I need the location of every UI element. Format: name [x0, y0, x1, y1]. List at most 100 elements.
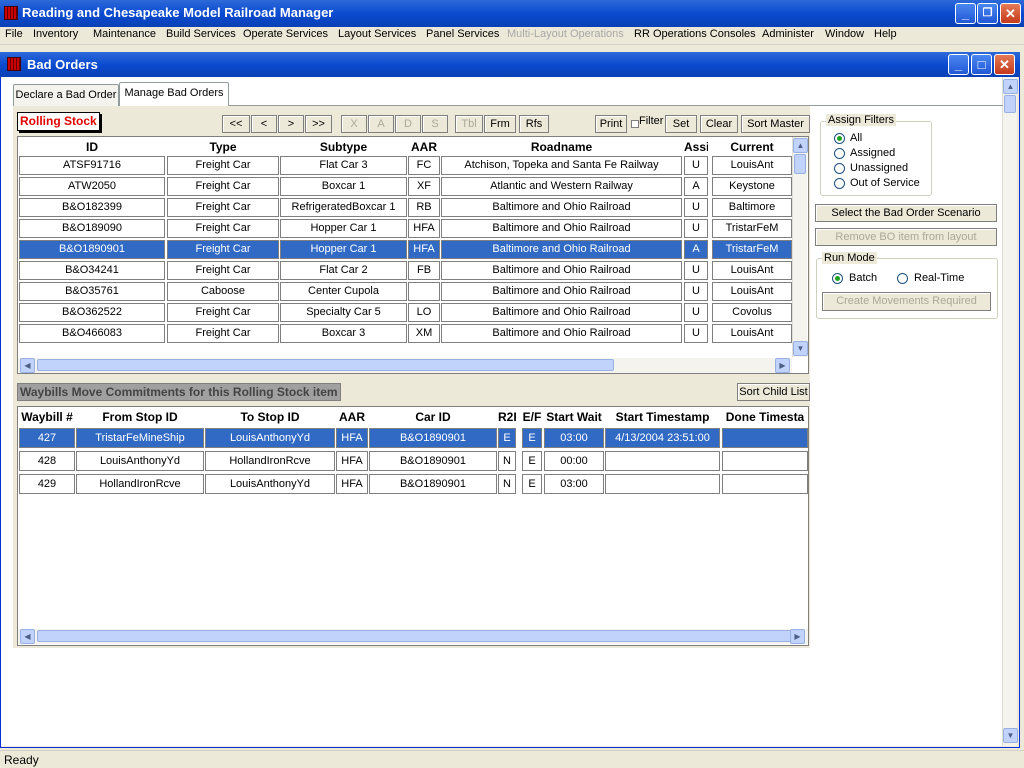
- waybill-cell[interactable]: 00:00: [544, 451, 604, 471]
- tab-manage-bad-orders[interactable]: Manage Bad Orders: [119, 82, 229, 106]
- rolling-stock-cell[interactable]: U: [684, 198, 708, 217]
- rolling-stock-cell[interactable]: Flat Car 3: [280, 156, 407, 175]
- rolling-stock-cell[interactable]: B&O182399: [19, 198, 165, 217]
- window-maximize-button[interactable]: □: [971, 54, 992, 75]
- waybill-cell[interactable]: B&O1890901: [369, 474, 497, 494]
- waybill-cell[interactable]: TristarFeMineShip: [76, 428, 204, 448]
- rolling-stock-cell[interactable]: LouisAnt: [712, 282, 792, 301]
- rolling-stock-cell[interactable]: HFA: [408, 240, 440, 259]
- rolling-stock-cell[interactable]: U: [684, 261, 708, 280]
- last-record-button[interactable]: >>: [305, 115, 332, 133]
- rolling-stock-cell[interactable]: Freight Car: [167, 303, 279, 322]
- waybill-cell[interactable]: HFA: [336, 451, 368, 471]
- waybill-column-header[interactable]: AAR: [336, 410, 368, 426]
- rolling-stock-cell[interactable]: Baltimore and Ohio Railroad: [441, 324, 682, 343]
- waybill-column-header[interactable]: From Stop ID: [76, 410, 204, 426]
- rolling-hscroll-thumb[interactable]: [37, 359, 614, 371]
- rolling-stock-cell[interactable]: Freight Car: [167, 177, 279, 196]
- waybills-hscroll[interactable]: ◀ ▶: [18, 629, 808, 644]
- rolling-stock-cell[interactable]: Baltimore: [712, 198, 792, 217]
- rolling-stock-cell[interactable]: Baltimore and Ohio Railroad: [441, 219, 682, 238]
- rolling-stock-cell[interactable]: Freight Car: [167, 219, 279, 238]
- rolling-stock-cell[interactable]: ATW2050: [19, 177, 165, 196]
- waybill-cell[interactable]: HFA: [336, 474, 368, 494]
- menu-window[interactable]: Window: [825, 28, 864, 40]
- sort-child-list-button[interactable]: Sort Child List: [737, 383, 810, 401]
- sort-master-button[interactable]: Sort Master: [741, 115, 810, 133]
- column-header-id[interactable]: ID: [19, 140, 165, 156]
- rolling-stock-cell[interactable]: B&O34241: [19, 261, 165, 280]
- rolling-stock-cell[interactable]: TristarFeM: [712, 219, 792, 238]
- waybill-cell[interactable]: 03:00: [544, 474, 604, 494]
- scroll-thumb[interactable]: [1004, 95, 1016, 113]
- filter-checkbox[interactable]: [631, 120, 639, 128]
- window-vscroll[interactable]: ▲ ▼: [1002, 77, 1018, 746]
- rolling-stock-cell[interactable]: A: [684, 240, 708, 259]
- rolling-stock-cell[interactable]: U: [684, 324, 708, 343]
- column-header-subtype[interactable]: Subtype: [280, 140, 407, 156]
- run-mode-radio[interactable]: [832, 273, 843, 284]
- assign-filter-radio[interactable]: [834, 148, 845, 159]
- menu-build-services[interactable]: Build Services: [166, 28, 236, 40]
- minimize-button[interactable]: _: [955, 3, 976, 24]
- menu-layout-services[interactable]: Layout Services: [338, 28, 416, 40]
- waybill-cell[interactable]: HollandIronRcve: [76, 474, 204, 494]
- waybill-column-header[interactable]: Start Timestamp: [605, 410, 720, 426]
- rolling-stock-cell[interactable]: Freight Car: [167, 198, 279, 217]
- waybill-column-header[interactable]: Start Wait: [544, 410, 604, 426]
- run-mode-radio[interactable]: [897, 273, 908, 284]
- rolling-stock-cell[interactable]: B&O466083: [19, 324, 165, 343]
- waybills-scroll-right-icon[interactable]: ▶: [790, 629, 805, 644]
- rolling-stock-cell[interactable]: Keystone: [712, 177, 792, 196]
- rolling-stock-cell[interactable]: Baltimore and Ohio Railroad: [441, 261, 682, 280]
- rolling-stock-cell[interactable]: XM: [408, 324, 440, 343]
- select-scenario-button[interactable]: Select the Bad Order Scenario: [815, 204, 997, 222]
- refresh-button[interactable]: Rfs: [519, 115, 549, 133]
- scroll-down-icon[interactable]: ▼: [1003, 728, 1018, 743]
- rolling-stock-cell[interactable]: LO: [408, 303, 440, 322]
- column-header-aar[interactable]: AAR: [408, 140, 440, 156]
- waybill-cell[interactable]: 4/13/2004 23:51:00: [605, 428, 720, 448]
- waybill-cell[interactable]: 427: [19, 428, 75, 448]
- waybill-column-header[interactable]: R2R: [498, 410, 516, 426]
- rolling-stock-cell[interactable]: RefrigeratedBoxcar 1: [280, 198, 407, 217]
- waybill-cell[interactable]: [722, 428, 808, 448]
- column-header-current[interactable]: Current: [712, 140, 792, 156]
- rolling-stock-cell[interactable]: Freight Car: [167, 261, 279, 280]
- waybill-column-header[interactable]: Done Timesta: [722, 410, 808, 426]
- close-button[interactable]: ✕: [1000, 3, 1021, 24]
- waybill-column-header[interactable]: To Stop ID: [205, 410, 335, 426]
- menu-file[interactable]: File: [5, 28, 23, 40]
- waybill-cell[interactable]: 03:00: [544, 428, 604, 448]
- assign-filter-radio[interactable]: [834, 163, 845, 174]
- waybill-cell[interactable]: [605, 474, 720, 494]
- rolling-stock-cell[interactable]: Atlantic and Western Railway: [441, 177, 682, 196]
- menu-operate-services[interactable]: Operate Services: [243, 28, 328, 40]
- waybill-column-header[interactable]: E/F: [522, 410, 542, 426]
- rolling-scroll-right-icon[interactable]: ▶: [775, 358, 790, 373]
- next-record-button[interactable]: >: [278, 115, 304, 133]
- rolling-vscroll-thumb[interactable]: [794, 154, 806, 174]
- rolling-stock-cell[interactable]: [408, 282, 440, 301]
- rolling-stock-cell[interactable]: A: [684, 177, 708, 196]
- rolling-stock-cell[interactable]: U: [684, 303, 708, 322]
- rolling-stock-cell[interactable]: Baltimore and Ohio Railroad: [441, 282, 682, 301]
- rolling-stock-cell[interactable]: Hopper Car 1: [280, 219, 407, 238]
- scroll-up-icon[interactable]: ▲: [1003, 79, 1018, 94]
- rolling-stock-cell[interactable]: Covolus: [712, 303, 792, 322]
- rolling-stock-cell[interactable]: B&O35761: [19, 282, 165, 301]
- waybill-cell[interactable]: 429: [19, 474, 75, 494]
- waybill-cell[interactable]: E: [498, 428, 516, 448]
- waybill-cell[interactable]: [605, 451, 720, 471]
- waybill-cell[interactable]: E: [522, 428, 542, 448]
- rolling-stock-cell[interactable]: B&O189090: [19, 219, 165, 238]
- rolling-stock-cell[interactable]: LouisAnt: [712, 261, 792, 280]
- restore-button[interactable]: ❐: [977, 3, 998, 24]
- rolling-scroll-up-icon[interactable]: ▲: [793, 138, 808, 153]
- rolling-stock-cell[interactable]: Freight Car: [167, 324, 279, 343]
- column-header-type[interactable]: Type: [167, 140, 279, 156]
- waybill-cell[interactable]: HFA: [336, 428, 368, 448]
- waybill-cell[interactable]: 428: [19, 451, 75, 471]
- rolling-stock-cell[interactable]: Boxcar 1: [280, 177, 407, 196]
- waybills-scroll-left-icon[interactable]: ◀: [20, 629, 35, 644]
